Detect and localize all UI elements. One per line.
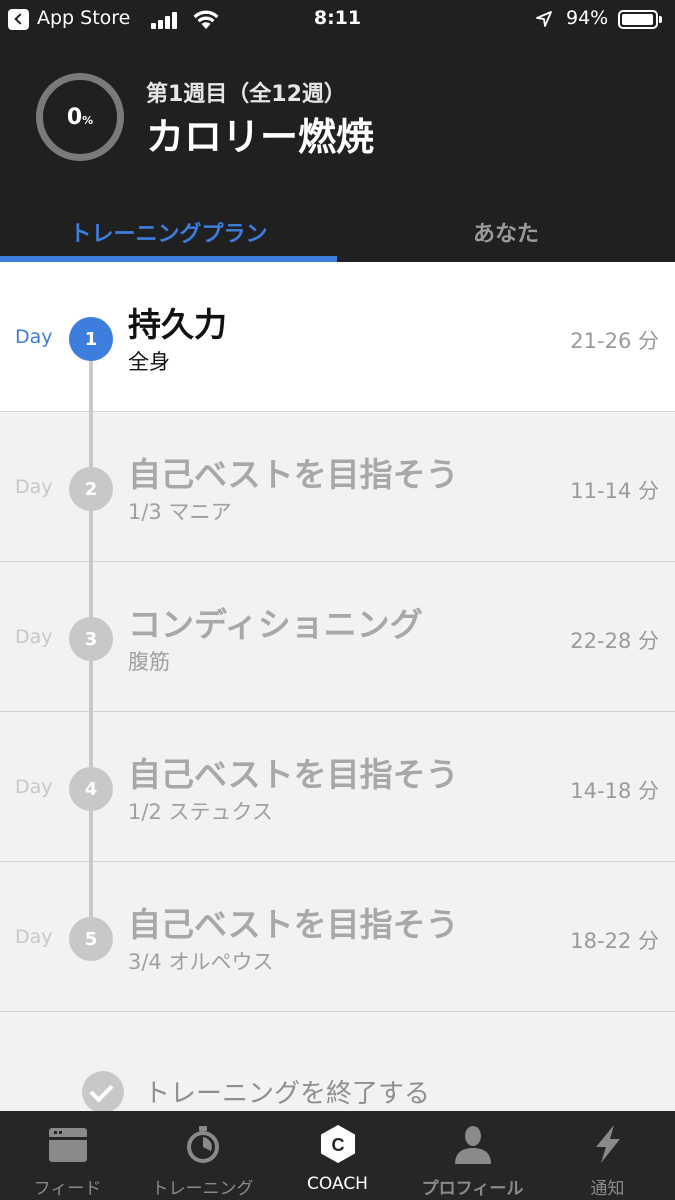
nav-label: トレーニング bbox=[151, 1179, 254, 1199]
workout-subtitle: 1/3 マニア bbox=[128, 500, 232, 524]
day-label: Day bbox=[15, 326, 53, 348]
workout-title: 自己ベストを目指そう bbox=[128, 905, 459, 944]
progress-value: 0% bbox=[66, 104, 94, 130]
workout-row-day-5[interactable]: Day 5 自己ベストを目指そう 3/4 オルペウス 18-22 分 bbox=[0, 862, 675, 1012]
nav-notifications[interactable]: 通知 bbox=[540, 1111, 675, 1200]
finish-training-row[interactable]: トレーニングを終了する bbox=[0, 1013, 675, 1113]
lightning-icon bbox=[595, 1125, 620, 1163]
stopwatch-icon bbox=[186, 1126, 219, 1163]
workout-row-day-1[interactable]: Day 1 持久力 全身 21-26 分 bbox=[0, 262, 675, 412]
nav-coach[interactable]: C COACH bbox=[270, 1111, 405, 1200]
nav-label: プロフィール bbox=[421, 1179, 524, 1199]
svg-text:C: C bbox=[331, 1135, 344, 1155]
workout-subtitle: 腹筋 bbox=[128, 650, 170, 674]
progress-ring: 0% bbox=[36, 73, 124, 161]
workout-list: Day 1 持久力 全身 21-26 分 Day 2 自己ベストを目指そう 1/… bbox=[0, 262, 675, 1012]
coach-icon: C bbox=[320, 1125, 355, 1163]
week-label: 第1週目（全12週） bbox=[146, 82, 346, 107]
status-bar: App Store 8:11 94% bbox=[0, 0, 675, 40]
plan-header: 0% 第1週目（全12週） カロリー燃焼 トレーニングプラン あなた bbox=[0, 40, 675, 262]
workout-subtitle: 全身 bbox=[128, 350, 170, 374]
day-label: Day bbox=[15, 626, 53, 648]
workout-duration: 14-18 分 bbox=[570, 779, 659, 803]
tab-training-plan[interactable]: トレーニングプラン bbox=[0, 202, 337, 262]
day-number-badge: 1 bbox=[69, 317, 113, 361]
battery-icon bbox=[618, 10, 662, 29]
workout-title: 自己ベストを目指そう bbox=[128, 755, 459, 794]
nav-profile[interactable]: プロフィール bbox=[405, 1111, 540, 1200]
nav-label: 通知 bbox=[590, 1179, 625, 1199]
nav-label: フィード bbox=[33, 1179, 102, 1199]
location-arrow-icon bbox=[536, 11, 552, 27]
nav-label: COACH bbox=[307, 1174, 368, 1194]
battery-percentage: 94% bbox=[566, 7, 609, 29]
workout-title: 持久力 bbox=[128, 305, 227, 344]
day-number-badge: 2 bbox=[69, 467, 113, 511]
day-number-badge: 4 bbox=[69, 767, 113, 811]
day-number-badge: 3 bbox=[69, 617, 113, 661]
workout-row-day-3[interactable]: Day 3 コンディショニング 腹筋 22-28 分 bbox=[0, 562, 675, 712]
workout-subtitle: 1/2 ステュクス bbox=[128, 800, 273, 824]
day-label: Day bbox=[15, 776, 53, 798]
plan-title: カロリー燃焼 bbox=[146, 115, 375, 159]
day-number-badge: 5 bbox=[69, 917, 113, 961]
finish-training-label[interactable]: トレーニングを終了する bbox=[144, 1073, 430, 1110]
workout-duration: 22-28 分 bbox=[570, 629, 659, 653]
nav-training[interactable]: トレーニング bbox=[135, 1111, 270, 1200]
workout-duration: 11-14 分 bbox=[570, 479, 659, 503]
day-label: Day bbox=[15, 476, 53, 498]
workout-duration: 21-26 分 bbox=[570, 329, 659, 353]
workout-row-day-2[interactable]: Day 2 自己ベストを目指そう 1/3 マニア 11-14 分 bbox=[0, 412, 675, 562]
workout-row-day-4[interactable]: Day 4 自己ベストを目指そう 1/2 ステュクス 14-18 分 bbox=[0, 712, 675, 862]
feed-icon bbox=[48, 1128, 87, 1162]
nav-feed[interactable]: フィード bbox=[0, 1111, 135, 1200]
bottom-tab-bar: フィード トレーニング C COACH プロフィール 通知 bbox=[0, 1111, 675, 1200]
workout-title: 自己ベストを目指そう bbox=[128, 455, 459, 494]
checkmark-icon[interactable] bbox=[82, 1071, 124, 1113]
workout-duration: 18-22 分 bbox=[570, 929, 659, 953]
tab-you[interactable]: あなた bbox=[337, 202, 675, 262]
day-label: Day bbox=[15, 926, 53, 948]
workout-title: コンディショニング bbox=[128, 605, 423, 644]
profile-icon bbox=[454, 1126, 491, 1164]
workout-subtitle: 3/4 オルペウス bbox=[128, 950, 274, 974]
